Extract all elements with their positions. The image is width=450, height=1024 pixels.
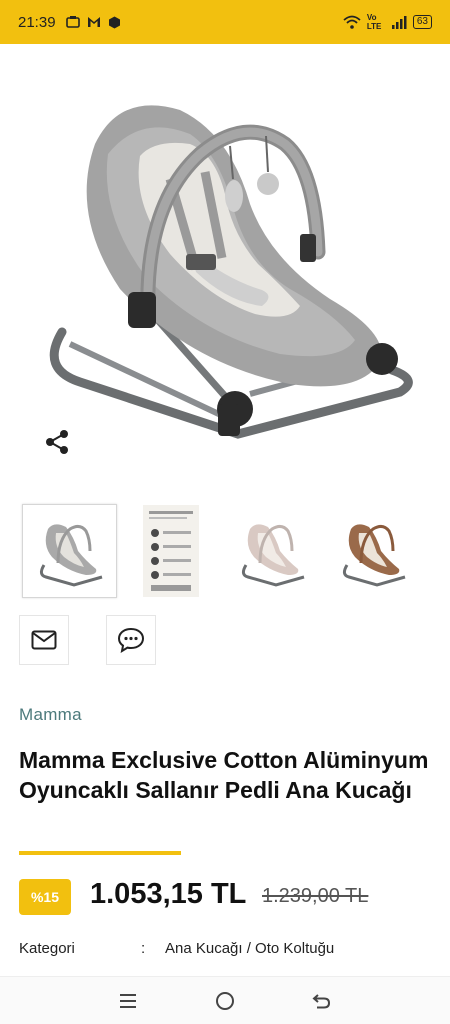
- status-notification-icons: [65, 15, 121, 29]
- message-button[interactable]: [106, 615, 156, 665]
- gray-rocker-thumb: [39, 524, 102, 587]
- old-price: 1.239,00 TL: [262, 885, 369, 907]
- share-button[interactable]: [42, 427, 72, 457]
- thumbnail-gray-rocker[interactable]: [22, 504, 117, 598]
- back-button[interactable]: [307, 986, 337, 1016]
- mail-icon: [87, 17, 100, 27]
- thumbnail-brown-rocker[interactable]: [325, 504, 420, 598]
- home-button[interactable]: [210, 986, 240, 1016]
- title-underline: [19, 851, 181, 855]
- category-row: Kategori : Ana Kucağı / Oto Koltuğu: [19, 940, 439, 957]
- baby-rocker-illustration: [49, 105, 413, 439]
- product-title: Mamma Exclusive Cotton Alüminyum Oyuncak…: [19, 747, 429, 803]
- network-label: Vo LTE: [366, 13, 382, 31]
- status-bar: 21:39 Vo LTE 63: [0, 0, 450, 44]
- chat-icon: [117, 627, 145, 653]
- battery-icon: 63: [412, 15, 432, 29]
- thumbnail-pink-rocker[interactable]: [224, 504, 319, 598]
- product-brand-link[interactable]: Mamma: [19, 705, 82, 725]
- info-sheet-thumb: [142, 505, 199, 597]
- discount-badge: %15: [19, 879, 71, 915]
- system-navigation-bar: [0, 976, 450, 1024]
- share-icon: [46, 430, 68, 454]
- email-share-button[interactable]: [19, 615, 69, 665]
- category-label: Kategori: [19, 940, 75, 957]
- current-price: 1.053,15 TL: [90, 878, 247, 910]
- thumbnail-info-sheet[interactable]: [123, 504, 218, 598]
- home-circle-icon: [215, 991, 234, 1010]
- brown-rocker-thumb: [342, 524, 405, 587]
- cube-icon: [108, 16, 120, 28]
- back-icon: [312, 993, 330, 1008]
- signal-icon: [391, 15, 407, 29]
- category-value-link[interactable]: Ana Kucağı / Oto Koltuğu: [165, 940, 334, 957]
- wifi-icon: [343, 15, 361, 29]
- status-system-icons: Vo LTE 63: [343, 13, 432, 31]
- menu-icon: [120, 993, 137, 1008]
- thumbnail-gallery: [22, 504, 442, 600]
- category-separator: :: [141, 940, 146, 957]
- product-main-image[interactable]: [0, 44, 450, 474]
- pink-rocker-thumb: [241, 524, 304, 587]
- recent-apps-button[interactable]: [113, 986, 143, 1016]
- mail-icon: [31, 630, 57, 650]
- camera-icon: [65, 16, 80, 28]
- status-time: 21:39: [18, 13, 56, 31]
